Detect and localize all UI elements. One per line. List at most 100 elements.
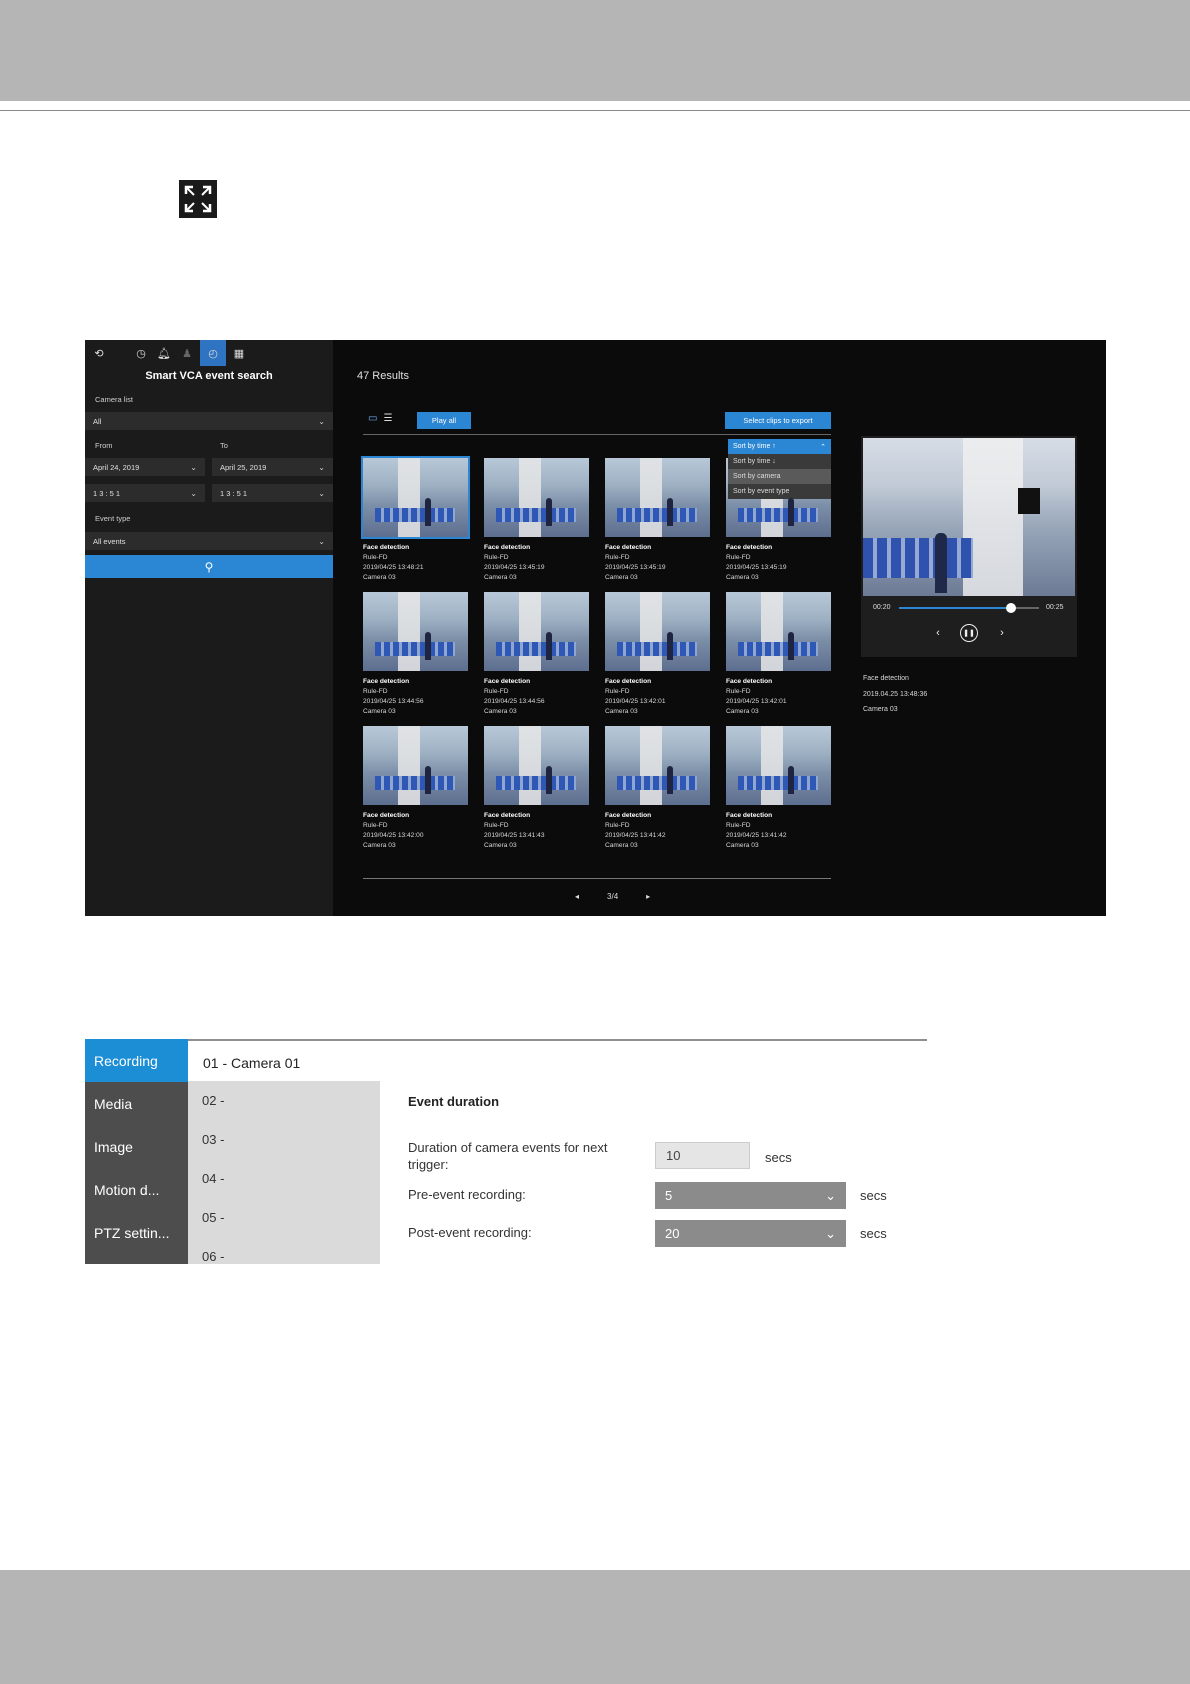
result-card[interactable]: Face detection Rule-FD 2019/04/25 13:45:19… bbox=[484, 458, 589, 583]
next-icon[interactable]: › bbox=[995, 624, 1009, 642]
result-card[interactable]: Face detection Rule-FD 2019/04/25 13:48:21… bbox=[361, 456, 470, 583]
video-player: 00:20 00:25 ‹ ❚❚ › bbox=[861, 436, 1077, 657]
sort-option[interactable]: Sort by camera bbox=[728, 469, 831, 484]
seek-bar[interactable] bbox=[899, 603, 1039, 613]
camera-select[interactable]: All ⌄ bbox=[85, 412, 333, 430]
scene-person bbox=[425, 632, 431, 660]
result-card[interactable]: Face detection Rule-FD 2019/04/25 13:41:42… bbox=[726, 726, 831, 851]
to-date-select[interactable]: April 25, 2019 ⌄ bbox=[212, 458, 333, 476]
result-time: 2019/04/25 13:45:19 bbox=[484, 564, 545, 571]
sidebar-item-media[interactable]: Media bbox=[85, 1082, 188, 1125]
clock-icon[interactable]: ◷ bbox=[131, 343, 151, 363]
chevron-down-icon: ⌄ bbox=[318, 462, 325, 472]
vca-search-icon[interactable]: ◴ bbox=[200, 340, 226, 366]
export-button[interactable]: Select clips to export bbox=[725, 412, 831, 429]
search-button[interactable]: ⚲ bbox=[85, 555, 333, 578]
sort-dropdown[interactable]: Sort by time ↑ ⌃ Sort by time ↓ Sort by c… bbox=[728, 439, 831, 499]
grid-icon[interactable]: ▦ bbox=[229, 343, 249, 363]
bell-icon[interactable]: 🔔︎ bbox=[154, 343, 174, 363]
seek-fill bbox=[899, 607, 1011, 609]
recording-settings-window: Recording Media Image Motion d... PTZ se… bbox=[85, 1039, 927, 1264]
result-title: Face detection bbox=[484, 678, 531, 685]
result-caption: Face detection Rule-FD 2019/04/25 13:44:56… bbox=[363, 677, 468, 717]
camera-list-label: Camera list bbox=[95, 395, 133, 404]
pager-divider bbox=[363, 878, 831, 879]
post-event-select[interactable]: 20 ⌄ bbox=[655, 1220, 846, 1247]
result-card[interactable]: Face detection Rule-FD 2019/04/25 13:41:43… bbox=[484, 726, 589, 851]
result-card[interactable]: Face detection Rule-FD 2019/04/25 13:45:19… bbox=[605, 458, 710, 583]
result-time: 2019/04/25 13:41:42 bbox=[605, 832, 666, 839]
camera-list-item[interactable]: 05 - bbox=[188, 1198, 380, 1237]
result-title: Face detection bbox=[726, 544, 773, 551]
detail-camera: Camera 03 bbox=[863, 706, 898, 713]
result-rule: Rule-FD bbox=[605, 688, 630, 695]
list-view-icon[interactable]: ☰ bbox=[383, 413, 392, 424]
duration-label: Duration of camera events for next trigg… bbox=[408, 1140, 608, 1172]
result-card[interactable]: Face detection Rule-FD 2019/04/25 13:42:00… bbox=[363, 726, 468, 851]
result-title: Face detection bbox=[363, 678, 410, 685]
result-thumbnail[interactable] bbox=[726, 592, 831, 671]
result-rule: Rule-FD bbox=[605, 554, 630, 561]
scene-person bbox=[546, 632, 552, 660]
previous-icon[interactable]: ‹ bbox=[931, 624, 945, 642]
back-icon[interactable]: ⟲ bbox=[89, 343, 109, 363]
person-icon[interactable]: ♟ bbox=[177, 343, 197, 363]
result-thumbnail[interactable] bbox=[484, 458, 589, 537]
result-thumbnail[interactable] bbox=[361, 456, 470, 539]
selected-camera[interactable]: 01 - Camera 01 bbox=[203, 1055, 300, 1071]
result-card[interactable]: Face detection Rule-FD 2019/04/25 13:41:42… bbox=[605, 726, 710, 851]
video-frame[interactable] bbox=[863, 438, 1075, 596]
result-thumbnail[interactable] bbox=[484, 592, 589, 671]
result-card[interactable]: Face detection Rule-FD 2019/04/25 13:42:01… bbox=[726, 592, 831, 717]
result-thumbnail[interactable] bbox=[726, 726, 831, 805]
result-time: 2019/04/25 13:45:19 bbox=[605, 564, 666, 571]
sort-option[interactable]: Sort by time ↓ bbox=[728, 454, 831, 469]
from-time-value: 1 3 : 5 1 bbox=[93, 488, 121, 498]
result-thumbnail[interactable] bbox=[605, 592, 710, 671]
scene-person bbox=[425, 498, 431, 526]
result-card[interactable]: Face detection Rule-FD 2019/04/25 13:44:56… bbox=[484, 592, 589, 717]
camera-list-item[interactable]: 02 - bbox=[188, 1081, 380, 1120]
result-caption: Face detection Rule-FD 2019/04/25 13:45:19… bbox=[484, 543, 589, 583]
to-time-value: 1 3 : 5 1 bbox=[220, 488, 248, 498]
sidebar-item-recording[interactable]: Recording bbox=[85, 1039, 188, 1082]
result-title: Face detection bbox=[605, 678, 652, 685]
result-card[interactable]: Face detection Rule-FD 2019/04/25 13:42:01… bbox=[605, 592, 710, 717]
duration-input[interactable]: 10 bbox=[655, 1142, 750, 1169]
seek-handle[interactable] bbox=[1006, 603, 1016, 613]
next-page-icon[interactable]: ▸ bbox=[646, 892, 650, 901]
play-all-button[interactable]: Play all bbox=[417, 412, 471, 429]
pre-event-select[interactable]: 5 ⌄ bbox=[655, 1182, 846, 1209]
result-thumbnail[interactable] bbox=[605, 458, 710, 537]
header-rule bbox=[0, 110, 1190, 111]
sort-option[interactable]: Sort by event type bbox=[728, 484, 831, 499]
result-thumbnail[interactable] bbox=[484, 726, 589, 805]
event-type-select[interactable]: All events ⌄ bbox=[85, 532, 333, 550]
from-time-select[interactable]: 1 3 : 5 1 ⌄ bbox=[85, 484, 205, 502]
result-time: 2019/04/25 13:41:43 bbox=[484, 832, 545, 839]
sort-option-selected[interactable]: Sort by time ↑ ⌃ bbox=[728, 439, 831, 454]
pause-icon[interactable]: ❚❚ bbox=[960, 624, 978, 642]
thumbnail-view-icon[interactable]: ▭ bbox=[368, 413, 377, 424]
chevron-down-icon: ⌄ bbox=[318, 536, 325, 546]
from-date-select[interactable]: April 24, 2019 ⌄ bbox=[85, 458, 205, 476]
search-panel: ⟲ ◷ 🔔︎ ♟ ◴ ▦ Smart VCA event search Came… bbox=[85, 340, 333, 916]
camera-list-item[interactable]: 06 - bbox=[188, 1237, 380, 1276]
result-thumbnail[interactable] bbox=[605, 726, 710, 805]
camera-list-item[interactable]: 03 - bbox=[188, 1120, 380, 1159]
result-caption: Face detection Rule-FD 2019/04/25 13:48:21… bbox=[363, 543, 468, 583]
prev-page-icon[interactable]: ◂ bbox=[575, 892, 579, 901]
result-thumbnail[interactable] bbox=[363, 592, 468, 671]
result-thumbnail[interactable] bbox=[363, 726, 468, 805]
camera-list-item[interactable]: 04 - bbox=[188, 1159, 380, 1198]
sidebar-item-ptz[interactable]: PTZ settin... bbox=[85, 1211, 188, 1254]
result-rule: Rule-FD bbox=[726, 822, 751, 829]
sort-option-label: Sort by time ↑ bbox=[733, 443, 776, 450]
to-time-select[interactable]: 1 3 : 5 1 ⌄ bbox=[212, 484, 333, 502]
result-title: Face detection bbox=[605, 812, 652, 819]
result-title: Face detection bbox=[363, 812, 410, 819]
sidebar-item-image[interactable]: Image bbox=[85, 1125, 188, 1168]
result-card[interactable]: Face detection Rule-FD 2019/04/25 13:44:56… bbox=[363, 592, 468, 717]
chevron-down-icon: ⌄ bbox=[825, 1187, 836, 1203]
sidebar-item-motion[interactable]: Motion d... bbox=[85, 1168, 188, 1211]
